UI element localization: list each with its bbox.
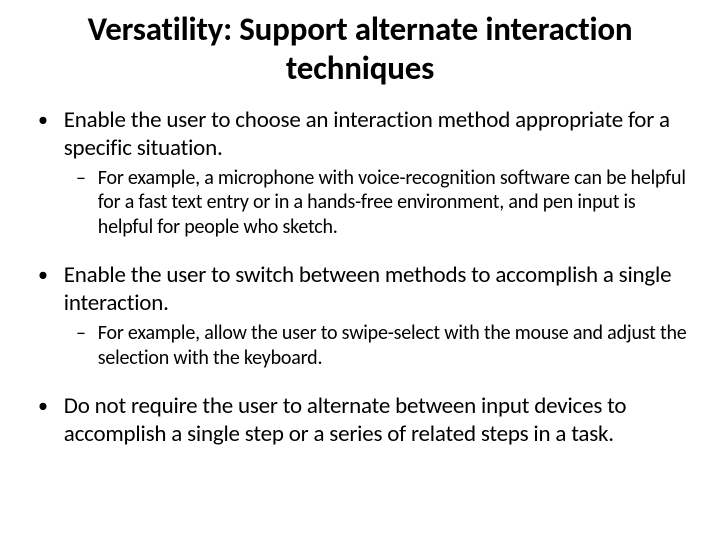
bullet-text: Do not require the user to alternate bet… <box>64 392 690 448</box>
bullet-marker: • <box>30 261 64 317</box>
dash-marker: – <box>76 321 98 370</box>
sub-bullet-text: For example, allow the user to swipe-sel… <box>98 321 690 370</box>
slide-title: Versatility: Support alternate interacti… <box>30 10 690 88</box>
bullet-list-level2: – For example, allow the user to swipe-s… <box>30 321 690 370</box>
bullet-text: Enable the user to switch between method… <box>64 261 690 317</box>
list-item: • Enable the user to choose an interacti… <box>30 106 690 162</box>
bullet-list-level2: – For example, a microphone with voice-r… <box>30 166 690 239</box>
list-item: • Enable the user to switch between meth… <box>30 261 690 317</box>
list-item: – For example, allow the user to swipe-s… <box>76 321 690 370</box>
dash-marker: – <box>76 166 98 239</box>
bullet-text: Enable the user to choose an interaction… <box>64 106 690 162</box>
sub-bullet-text: For example, a microphone with voice-rec… <box>98 166 690 239</box>
list-item: – For example, a microphone with voice-r… <box>76 166 690 239</box>
bullet-marker: • <box>30 392 64 448</box>
bullet-list-level1: • Enable the user to choose an interacti… <box>30 106 690 448</box>
list-item: • Do not require the user to alternate b… <box>30 392 690 448</box>
bullet-marker: • <box>30 106 64 162</box>
